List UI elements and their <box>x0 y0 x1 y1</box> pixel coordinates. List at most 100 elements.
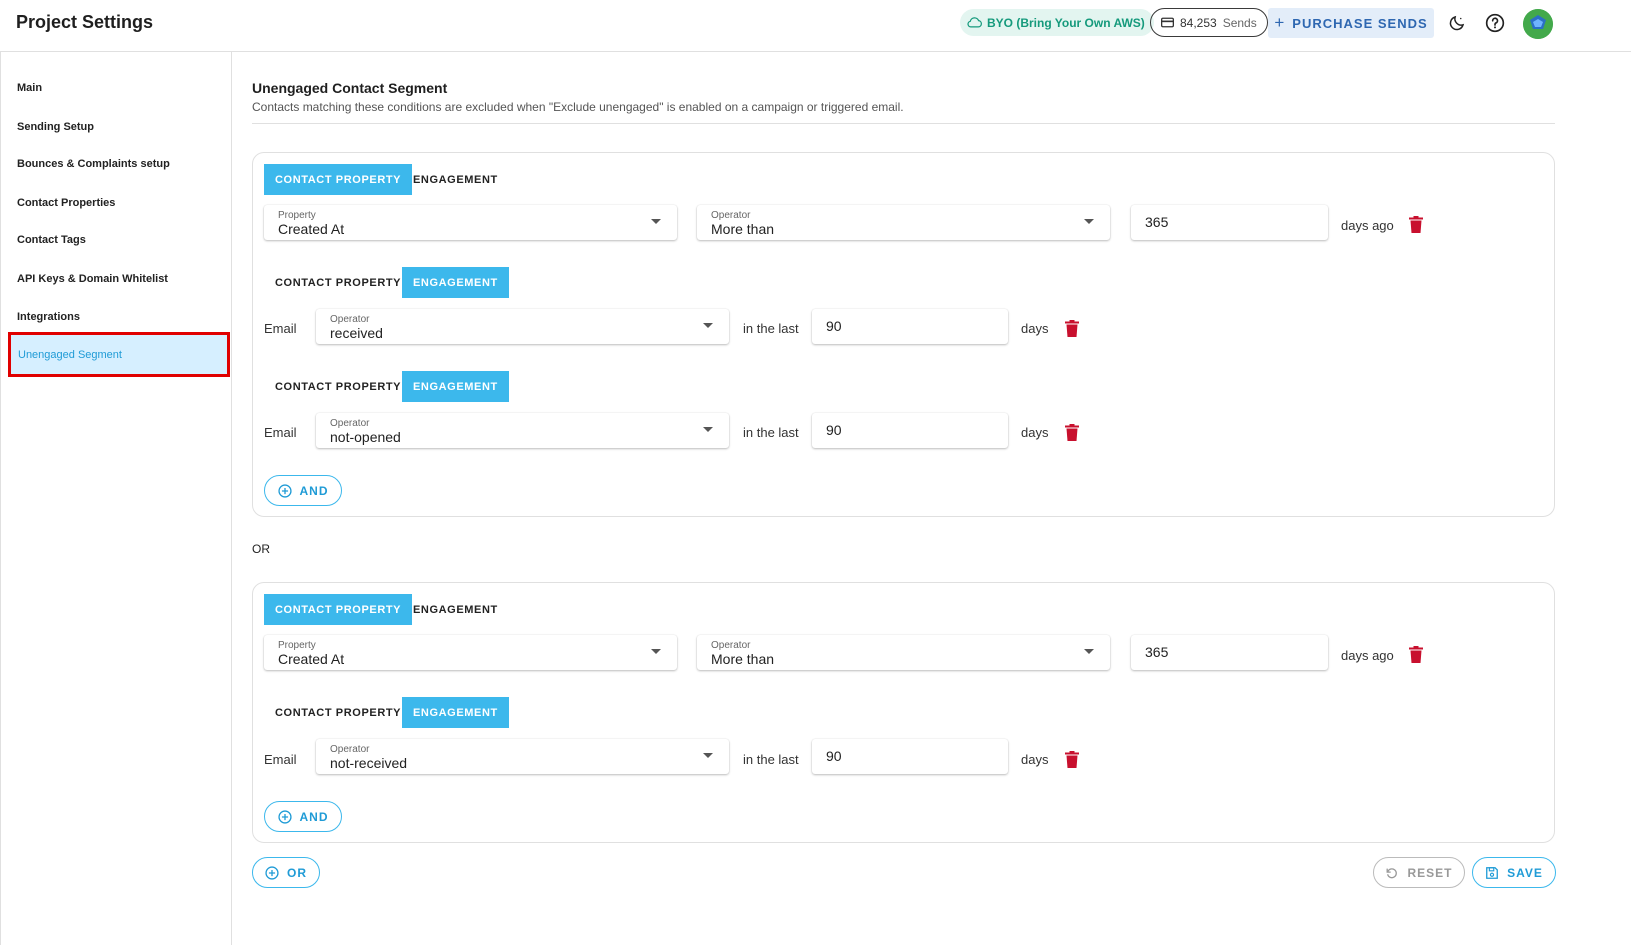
days-label: days <box>1021 752 1049 767</box>
moon-icon <box>1449 15 1465 31</box>
operator-select[interactable]: Operator More than <box>697 205 1110 240</box>
operator-value: not-received <box>330 755 408 771</box>
operator-select[interactable]: Operator More than <box>697 635 1110 670</box>
delete-icon[interactable] <box>1065 424 1079 441</box>
sends-balance[interactable]: 84,253 Sends <box>1150 8 1268 37</box>
sidebar-item-api-keys[interactable]: API Keys & Domain Whitelist <box>17 273 168 285</box>
tab-engagement[interactable]: ENGAGEMENT <box>402 164 509 195</box>
chevron-down-icon <box>651 649 661 654</box>
chevron-down-icon <box>651 219 661 224</box>
operator-select[interactable]: Operator received <box>316 309 729 344</box>
days-input[interactable]: 365 <box>1131 635 1328 670</box>
operator-value: received <box>330 325 383 341</box>
sidebar-item-contact-properties[interactable]: Contact Properties <box>17 197 115 209</box>
days-input[interactable]: 90 <box>812 413 1008 448</box>
operator-value: More than <box>711 221 775 237</box>
help-button[interactable] <box>1484 12 1506 34</box>
days-value: 365 <box>1145 644 1169 660</box>
days-value: 90 <box>826 748 842 764</box>
dark-mode-toggle[interactable] <box>1446 12 1468 34</box>
operator-label: Operator <box>330 418 370 429</box>
add-circle-icon <box>277 809 292 824</box>
tab-engagement[interactable]: ENGAGEMENT <box>402 594 509 625</box>
sends-count: 84,253 <box>1180 15 1217 30</box>
tab-contact-property[interactable]: CONTACT PROPERTY <box>264 267 412 298</box>
chevron-down-icon <box>703 323 713 328</box>
avatar[interactable] <box>1523 9 1553 39</box>
save-icon <box>1486 866 1498 879</box>
delete-icon[interactable] <box>1065 320 1079 337</box>
days-value: 365 <box>1145 214 1169 230</box>
byo-badge[interactable]: BYO (Bring Your Own AWS) <box>960 9 1154 36</box>
days-label: days <box>1021 321 1049 336</box>
help-icon <box>1485 13 1505 33</box>
property-select[interactable]: Property Created At <box>264 635 677 670</box>
page-title: Project Settings <box>16 12 154 32</box>
email-label: Email <box>264 752 297 767</box>
operator-select[interactable]: Operator not-received <box>316 739 729 774</box>
email-label: Email <box>264 425 297 440</box>
sidebar-item-sending-setup[interactable]: Sending Setup <box>17 121 94 133</box>
days-input[interactable]: 365 <box>1131 205 1328 240</box>
condition-group: CONTACT PROPERTY ENGAGEMENT Property Cre… <box>252 152 1555 517</box>
operator-label: Operator <box>711 640 751 651</box>
delete-icon[interactable] <box>1065 751 1079 768</box>
sidebar-item-contact-tags[interactable]: Contact Tags <box>17 234 86 246</box>
operator-label: Operator <box>330 744 370 755</box>
or-button-label: OR <box>287 865 307 880</box>
add-circle-icon <box>265 865 279 880</box>
tab-contact-property[interactable]: CONTACT PROPERTY <box>264 697 412 728</box>
tab-contact-property[interactable]: CONTACT PROPERTY <box>264 164 413 195</box>
sidebar-item-label: Unengaged Segment <box>18 349 122 361</box>
operator-value: not-opened <box>330 429 401 445</box>
avatar-image-icon <box>1523 9 1553 39</box>
add-circle-icon <box>277 483 292 498</box>
sidebar-item-unengaged-segment[interactable]: Unengaged Segment <box>8 332 230 377</box>
sends-suffix: Sends <box>1222 15 1257 30</box>
property-select[interactable]: Property Created At <box>264 205 677 240</box>
reset-icon <box>1387 867 1398 878</box>
condition-group: CONTACT PROPERTY ENGAGEMENT Property Cre… <box>252 582 1555 843</box>
save-button[interactable]: SAVE <box>1472 857 1556 888</box>
days-ago-label: days ago <box>1341 218 1394 233</box>
days-input[interactable]: 90 <box>812 309 1008 344</box>
days-value: 90 <box>826 318 842 334</box>
days-value: 90 <box>826 422 842 438</box>
delete-icon[interactable] <box>1409 216 1423 233</box>
tab-contact-property[interactable]: CONTACT PROPERTY <box>264 594 413 625</box>
top-bar: Project Settings BYO (Bring Your Own AWS… <box>0 0 1631 52</box>
days-input[interactable]: 90 <box>812 739 1008 774</box>
byo-label: BYO (Bring Your Own AWS) <box>987 15 1145 30</box>
tab-engagement[interactable]: ENGAGEMENT <box>402 371 509 402</box>
chevron-down-icon <box>1084 649 1094 654</box>
in-the-last-label: in the last <box>743 425 799 440</box>
add-and-condition-button[interactable]: AND <box>264 801 342 832</box>
property-value: Created At <box>278 221 345 237</box>
tab-engagement[interactable]: ENGAGEMENT <box>402 267 509 298</box>
sidebar: Main Sending Setup Bounces & Complaints … <box>0 52 232 945</box>
add-and-condition-button[interactable]: AND <box>264 475 342 506</box>
tab-contact-property[interactable]: CONTACT PROPERTY <box>264 371 412 402</box>
and-label: AND <box>299 483 329 498</box>
sidebar-item-bounces-complaints[interactable]: Bounces & Complaints setup <box>17 158 170 170</box>
property-value: Created At <box>278 651 345 667</box>
save-label: SAVE <box>1507 865 1543 880</box>
days-label: days <box>1021 425 1049 440</box>
operator-value: More than <box>711 651 775 667</box>
add-or-group-button[interactable]: OR <box>252 857 320 888</box>
reset-button[interactable]: RESET <box>1373 857 1465 888</box>
cloud-icon <box>967 17 982 28</box>
section-description: Contacts matching these conditions are e… <box>252 100 904 114</box>
purchase-sends-button[interactable]: + PURCHASE SENDS <box>1268 8 1434 38</box>
sidebar-item-main[interactable]: Main <box>17 82 42 94</box>
operator-label: Operator <box>330 314 370 325</box>
email-label: Email <box>264 321 297 336</box>
in-the-last-label: in the last <box>743 321 799 336</box>
delete-icon[interactable] <box>1409 646 1423 663</box>
credit-card-icon <box>1161 17 1174 28</box>
operator-select[interactable]: Operator not-opened <box>316 413 729 448</box>
tab-engagement[interactable]: ENGAGEMENT <box>402 697 509 728</box>
operator-label: Operator <box>711 210 751 221</box>
property-label: Property <box>278 210 316 221</box>
sidebar-item-integrations[interactable]: Integrations <box>17 311 80 323</box>
